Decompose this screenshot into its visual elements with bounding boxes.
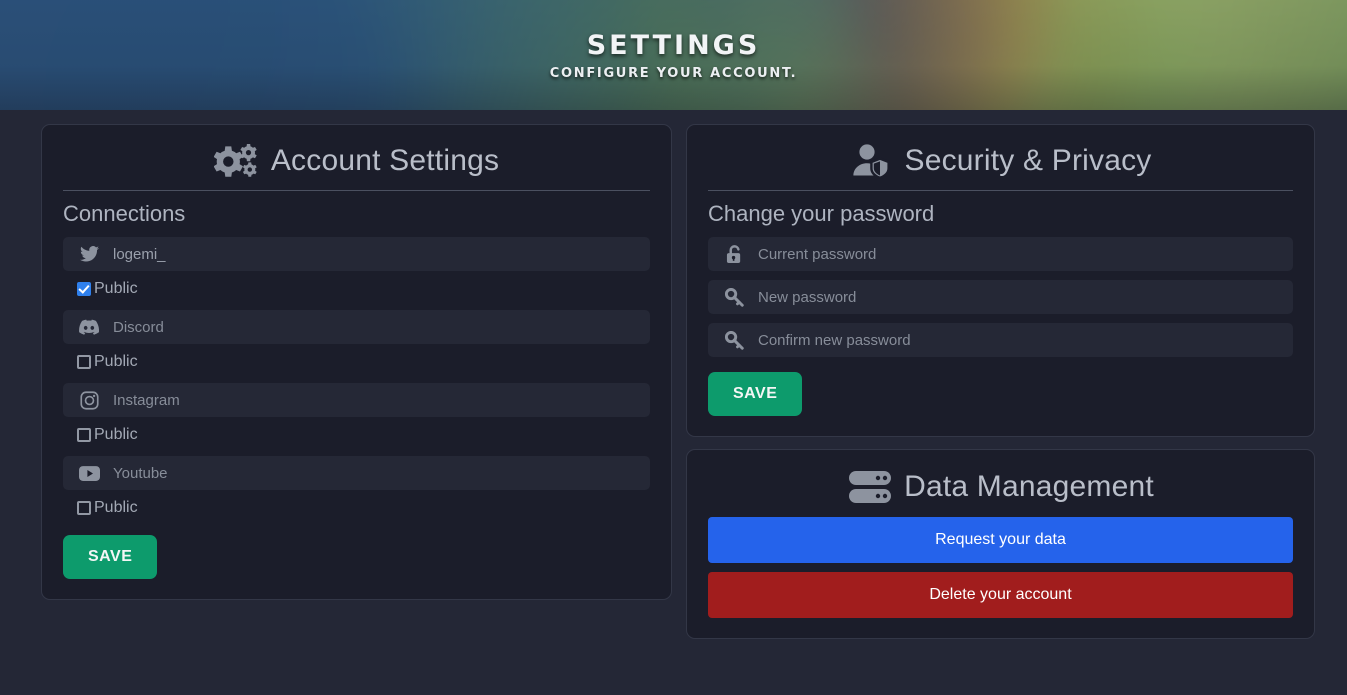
youtube-public-row[interactable]: Public <box>77 499 650 517</box>
security-privacy-title: Security & Privacy <box>904 144 1152 177</box>
youtube-public-label: Public <box>94 499 138 516</box>
left-column: Account Settings Connections Public <box>41 124 672 600</box>
request-data-button[interactable]: Request your data <box>708 517 1293 563</box>
discord-public-checkbox[interactable] <box>77 355 91 369</box>
instagram-public-label: Public <box>94 426 138 443</box>
unlock-icon <box>723 244 745 264</box>
discord-public-row[interactable]: Public <box>77 353 650 371</box>
gears-icon <box>213 142 260 180</box>
youtube-public-checkbox[interactable] <box>77 501 91 515</box>
account-settings-header: Account Settings <box>63 142 650 190</box>
youtube-field[interactable] <box>63 456 650 490</box>
current-password-input[interactable] <box>758 245 1278 263</box>
security-save-button[interactable]: SAVE <box>708 372 803 416</box>
twitter-input[interactable] <box>113 245 635 263</box>
right-column: Security & Privacy Change your password <box>686 124 1315 639</box>
twitter-public-row[interactable]: Public <box>77 280 650 298</box>
account-save-button[interactable]: SAVE <box>63 535 158 579</box>
account-settings-panel: Account Settings Connections Public <box>41 124 672 600</box>
current-password-field[interactable] <box>708 237 1293 271</box>
confirm-password-input[interactable] <box>758 331 1278 349</box>
discord-icon <box>78 319 100 335</box>
instagram-field[interactable] <box>63 383 650 417</box>
data-management-header: Data Management <box>708 467 1293 517</box>
new-password-input[interactable] <box>758 288 1278 306</box>
twitter-field[interactable] <box>63 237 650 271</box>
discord-input[interactable] <box>113 318 635 336</box>
change-password-label: Change your password <box>708 201 935 226</box>
data-management-title: Data Management <box>904 470 1154 503</box>
instagram-input[interactable] <box>113 391 635 409</box>
page-header-banner: SETTINGS CONFIGURE YOUR ACCOUNT. <box>0 0 1347 110</box>
instagram-icon <box>78 390 100 410</box>
twitter-icon <box>78 246 100 262</box>
settings-page-body: Account Settings Connections Public <box>0 110 1347 639</box>
instagram-public-row[interactable]: Public <box>77 426 650 444</box>
security-divider <box>708 190 1293 191</box>
delete-account-button[interactable]: Delete your account <box>708 572 1293 618</box>
banner-text-group: SETTINGS CONFIGURE YOUR ACCOUNT. <box>0 0 1347 110</box>
instagram-public-checkbox[interactable] <box>77 428 91 442</box>
data-management-panel: Data Management Request your data Delete… <box>686 449 1315 639</box>
discord-public-label: Public <box>94 353 138 370</box>
security-privacy-panel: Security & Privacy Change your password <box>686 124 1315 437</box>
security-privacy-header: Security & Privacy <box>708 142 1293 190</box>
server-icon <box>847 467 893 507</box>
confirm-password-field[interactable] <box>708 323 1293 357</box>
user-shield-icon <box>850 142 894 180</box>
twitter-public-label: Public <box>94 280 138 297</box>
key-icon <box>723 330 745 350</box>
new-password-field[interactable] <box>708 280 1293 314</box>
discord-field[interactable] <box>63 310 650 344</box>
page-title: SETTINGS <box>586 29 761 61</box>
connections-label: Connections <box>63 201 186 226</box>
youtube-icon <box>78 465 100 481</box>
account-settings-title: Account Settings <box>270 144 500 177</box>
account-divider <box>63 190 650 191</box>
page-subtitle: CONFIGURE YOUR ACCOUNT. <box>549 65 798 81</box>
key-icon <box>723 287 745 307</box>
twitter-public-checkbox[interactable] <box>77 282 91 296</box>
youtube-input[interactable] <box>113 464 635 482</box>
